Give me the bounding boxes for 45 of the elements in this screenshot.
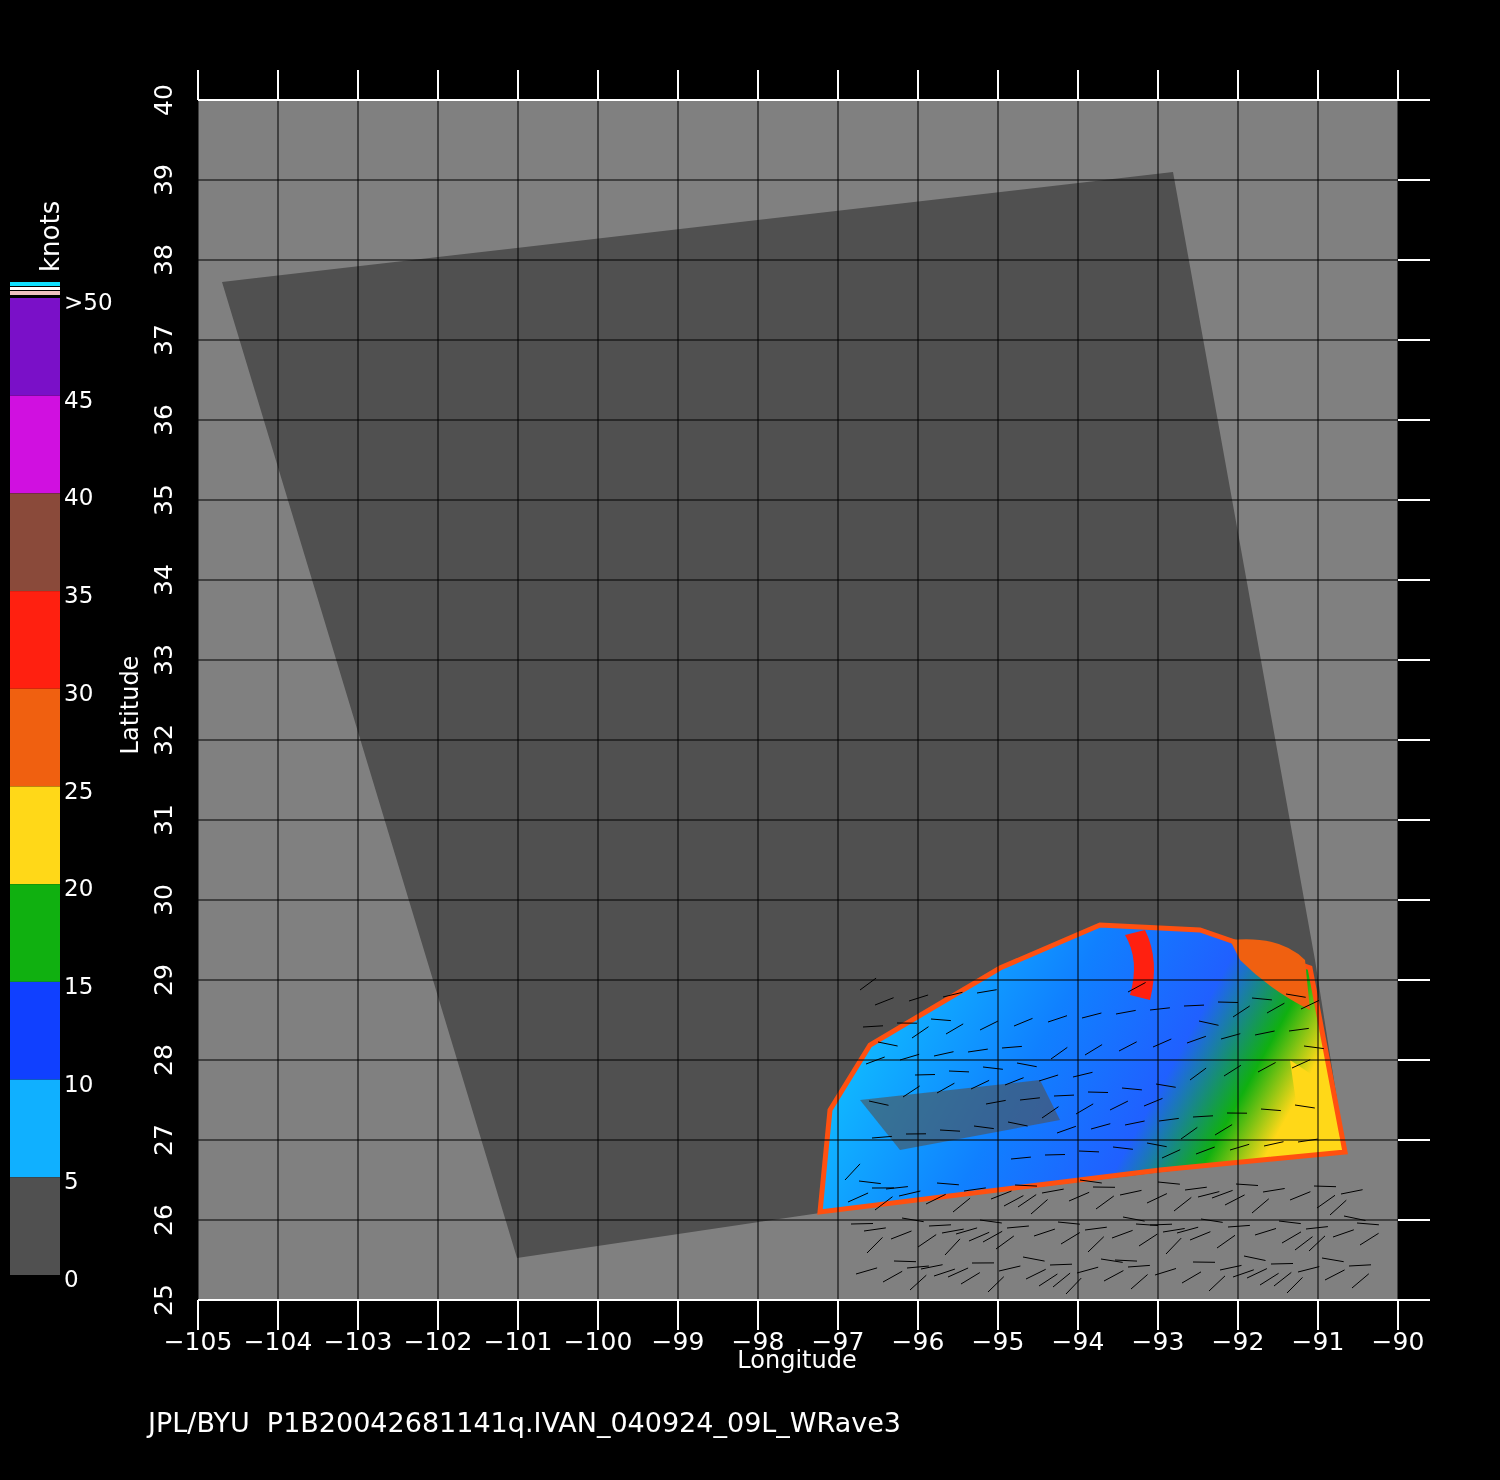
colorbar-label: 45	[64, 386, 94, 413]
latitude-tick-label: 26	[149, 1204, 178, 1236]
latitude-tick-label: 31	[149, 804, 178, 836]
colorbar-label: >50	[64, 289, 113, 315]
latitude-tick-label: 28	[149, 1044, 178, 1076]
longitude-tick-label: −90	[1371, 1327, 1425, 1356]
colorbar-label: 35	[64, 582, 94, 609]
colorbar-cap-drawing	[10, 282, 60, 295]
colorbar-label: 10	[64, 1070, 94, 1097]
longitude-tick-label: −105	[163, 1327, 233, 1356]
longitude-tick-label: −103	[323, 1327, 393, 1356]
latitude-tick-label: 33	[149, 644, 178, 676]
colorbar-label: 40	[64, 484, 94, 511]
latitude-tick-label: 35	[149, 484, 178, 516]
footer-caption: JPL/BYU P1B20042681141q.IVAN_040924_09L_WRave3	[148, 1407, 902, 1438]
colorbar-label: 20	[64, 875, 94, 902]
longitude-tick-label: −95	[971, 1327, 1025, 1356]
longitude-tick-label: −92	[1211, 1327, 1265, 1356]
latitude-tick-label: 27	[149, 1124, 178, 1156]
longitude-tick-label: −102	[403, 1327, 473, 1356]
longitude-tick-label: −96	[891, 1327, 945, 1356]
latitude-tick-label: 32	[149, 724, 178, 756]
longitude-tick-label: −93	[1131, 1327, 1185, 1356]
latitude-tick-label: 25	[149, 1284, 178, 1316]
longitude-tick-label: −99	[651, 1327, 705, 1356]
latitude-tick-label: 29	[149, 964, 178, 996]
longitude-tick-label: −100	[563, 1327, 633, 1356]
colorbar-label: 25	[64, 777, 94, 804]
longitude-tick-label: −94	[1051, 1327, 1105, 1356]
colorbar-label: 15	[64, 972, 94, 999]
latitude-tick-label: 30	[149, 884, 178, 916]
colorbar-unit: knots	[35, 200, 65, 272]
longitude-tick-label: −101	[483, 1327, 553, 1356]
latitude-tick-label: 40	[149, 84, 178, 116]
latitude-tick-label: 34	[149, 564, 178, 596]
longitude-tick-label: −91	[1291, 1327, 1345, 1356]
longitude-tick-label: −104	[243, 1327, 313, 1356]
colorbar-label: 0	[64, 1266, 79, 1292]
latitude-tick-label: 39	[149, 164, 178, 196]
latitude-tick-label: 36	[149, 404, 178, 436]
latitude-tick-label: 38	[149, 244, 178, 276]
y-axis-label: Latitude	[116, 655, 144, 755]
latitude-tick-label: 37	[149, 324, 178, 356]
colorbar-label: 30	[64, 679, 94, 706]
colorbar-label: 5	[64, 1168, 79, 1195]
